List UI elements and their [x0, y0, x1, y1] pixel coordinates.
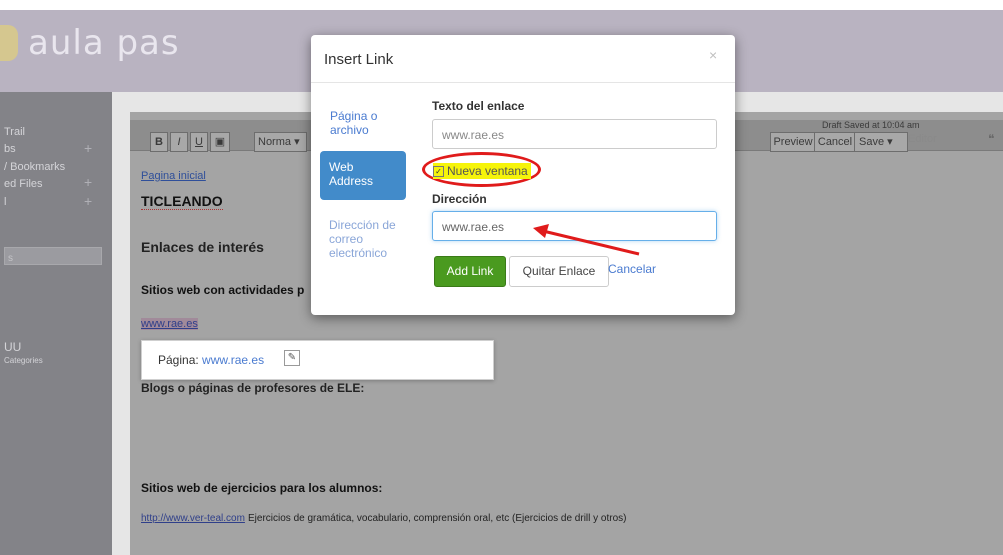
tooltip-link[interactable]: www.rae.es: [202, 353, 264, 367]
blogs-line: Blogs o páginas de profesores de ELE:: [141, 381, 365, 395]
editor-tab[interactable]: Editor: [908, 133, 937, 145]
sidebar-item[interactable]: l: [4, 196, 6, 208]
sidebar-item[interactable]: bs: [4, 143, 16, 155]
underline-button[interactable]: U: [190, 132, 208, 152]
sidebar-item[interactable]: ed Files: [4, 178, 43, 190]
sidebar-item[interactable]: UU: [4, 340, 21, 354]
sidebar: Trail bs + / Bookmarks ed Files + l + s …: [0, 92, 112, 555]
edit-link-icon[interactable]: ✎: [284, 350, 300, 366]
content-link[interactable]: www.rae.es: [141, 318, 198, 330]
insert-link-dialog: Insert Link × Página o archivo Web Addre…: [311, 35, 735, 315]
link-tooltip: Página: www.rae.es ✎: [141, 340, 494, 380]
paste-icon[interactable]: ▣: [210, 132, 230, 152]
cancel-edit-button[interactable]: Cancel: [814, 132, 856, 152]
sidebar-search-input[interactable]: s: [4, 247, 102, 265]
save-button[interactable]: Save ▾: [854, 132, 908, 152]
breadcrumb-link[interactable]: Pagina inicial: [141, 170, 206, 182]
content-link[interactable]: http://www.ver-teal.com: [141, 513, 245, 524]
comment-icon[interactable]: ❝: [988, 132, 994, 146]
preview-button[interactable]: Preview: [770, 132, 816, 152]
logo-text: aula pas: [28, 23, 180, 63]
draft-status: Draft Saved at 10:04 am: [822, 120, 920, 130]
add-icon[interactable]: +: [84, 193, 92, 209]
add-icon[interactable]: +: [84, 174, 92, 190]
site-logo[interactable]: aula pas: [0, 23, 180, 63]
logo-icon: [0, 25, 18, 61]
page-title: TICLEANDO: [141, 193, 223, 210]
bold-button[interactable]: B: [150, 132, 168, 152]
sidebar-item[interactable]: Trail: [4, 126, 25, 138]
format-select[interactable]: Norma ▾: [254, 132, 307, 152]
section-title: Sitios web con actividades p: [141, 283, 305, 297]
content-text: Ejercicios de gramática, vocabulario, co…: [248, 513, 627, 524]
annotation-arrow: [533, 224, 640, 256]
add-icon[interactable]: +: [84, 140, 92, 156]
sidebar-item[interactable]: Categories: [4, 356, 43, 365]
tooltip-label: Página:: [158, 353, 199, 367]
sidebar-item[interactable]: / Bookmarks: [4, 161, 65, 173]
section-heading: Enlaces de interés: [141, 239, 264, 255]
italic-button[interactable]: I: [170, 132, 188, 152]
section-title: Sitios web de ejercicios para los alumno…: [141, 481, 383, 495]
